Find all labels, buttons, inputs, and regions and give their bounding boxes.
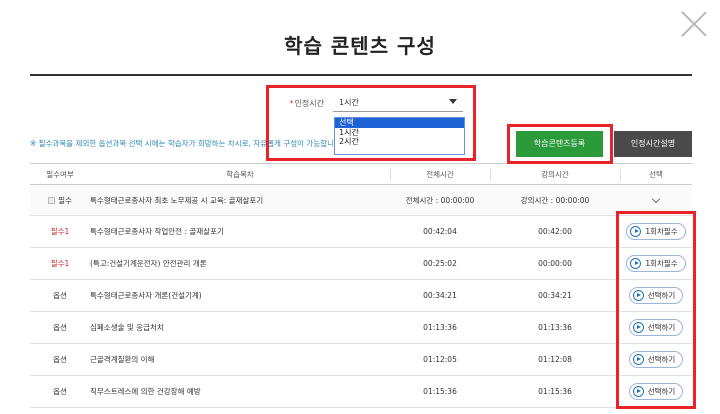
table-row: 옵션 특수형태근로종사자 개론(건설기계) 00:34:21 00:34:21 … — [30, 280, 692, 312]
accred-time-label-text: 인정시간 — [294, 99, 324, 108]
content-table: 필수여부 학습목차 전체시간 강의시간 선택 필수 특수형태근로종사자 최초 노… — [30, 163, 692, 408]
row-select-cell: 1회차필수 — [620, 216, 692, 247]
register-content-button[interactable]: 학습콘텐츠등록 — [516, 131, 603, 157]
table-row: 옵션 심폐소생술 및 응급처치 01:13:36 01:13:36 선택하기 — [30, 312, 692, 344]
header-name: 학습목차 — [226, 169, 254, 179]
row-name: 직무스트레스에 의한 건강장해 예방 — [90, 387, 201, 396]
row-name: 특수형태근로종사자 작업안전 : 골재살포기 — [90, 227, 224, 236]
play-circle-icon — [632, 322, 644, 333]
header-required: 필수여부 — [46, 169, 74, 179]
header-total: 전체시간 — [426, 169, 454, 179]
group-name: 특수형태근로종사자 최초 노무제공 시 교육: 골재살포기 — [90, 195, 264, 205]
table-row: 옵션 근골격계질환의 이해 01:12:05 01:12:08 선택하기 — [30, 344, 692, 376]
row-total-time: 01:15:36 — [423, 387, 457, 396]
play-circle-icon — [630, 226, 642, 237]
row-select-cell: 1회차필수 — [620, 248, 692, 279]
dropdown-option[interactable]: 선택 — [335, 118, 464, 128]
accred-time-label: *인정시간 — [268, 98, 324, 109]
row-select-cell: 선택하기 — [620, 312, 692, 343]
required-mark: * — [289, 99, 294, 108]
accred-time-select[interactable]: 1시간 — [333, 92, 463, 112]
header-separator — [390, 169, 391, 181]
button-label: 1회차필수 — [645, 259, 678, 268]
row-total-time: 01:13:36 — [423, 323, 457, 332]
group-expand[interactable] — [620, 185, 692, 215]
accred-time-explain-button[interactable]: 인정시간설명 — [614, 131, 692, 157]
row-lecture-time: 01:13:36 — [538, 323, 572, 332]
required-session-button[interactable]: 1회차필수 — [626, 223, 686, 240]
header-separator — [490, 169, 491, 181]
header-select: 선택 — [649, 169, 663, 179]
row-required: 옵션 — [53, 291, 67, 300]
row-required: 필수1 — [50, 259, 70, 268]
row-name: 근골격계질환의 이해 — [90, 355, 155, 364]
required-session-button[interactable]: 1회차필수 — [626, 255, 686, 272]
row-name: 특수형태근로종사자 개론(건설기계) — [90, 291, 202, 300]
row-select-cell: 선택하기 — [620, 280, 692, 311]
row-total-time: 00:25:02 — [423, 259, 457, 268]
button-label: 선택하기 — [647, 291, 676, 300]
row-lecture-time: 00:42:00 — [538, 227, 572, 236]
table-row: 필수1 특수형태근로종사자 작업안전 : 골재살포기 00:42:04 00:4… — [30, 216, 692, 248]
header-separator — [620, 169, 621, 181]
row-required: 옵션 — [53, 387, 67, 396]
button-label: 선택하기 — [647, 387, 676, 396]
button-label: 선택하기 — [647, 355, 676, 364]
row-lecture-time: 01:12:08 — [538, 355, 572, 364]
row-required: 옵션 — [53, 323, 67, 332]
header-lecture: 강의시간 — [541, 169, 569, 179]
row-required: 옵션 — [53, 355, 67, 364]
page-title: 학습 콘텐츠 구성 — [284, 34, 436, 58]
notice-text: ※ 필수과목을 제외한 옵션과목 선택 시에는 학습자가 희망하는 차시로, 자… — [30, 139, 334, 148]
row-required: 필수1 — [50, 227, 70, 236]
row-select-cell: 선택하기 — [620, 344, 692, 375]
row-total-time: 00:34:21 — [423, 291, 457, 300]
button-label: 선택하기 — [647, 323, 676, 332]
play-circle-icon — [632, 354, 644, 365]
dropdown-option[interactable]: 2시간 — [335, 137, 464, 147]
chevron-down-icon — [449, 99, 457, 104]
dropdown-option[interactable]: 1시간 — [335, 128, 464, 138]
select-button[interactable]: 선택하기 — [628, 287, 684, 304]
accred-time-dropdown-list: 선택 1시간 2시간 — [334, 117, 465, 155]
chevron-down-icon[interactable] — [651, 194, 661, 203]
button-label: 1회차필수 — [645, 227, 678, 236]
checkbox-icon — [48, 196, 56, 204]
group-total-time: 전체시간 : 00:00:00 — [405, 195, 475, 205]
row-select-cell: 선택하기 — [620, 376, 692, 407]
select-button[interactable]: 선택하기 — [628, 351, 684, 368]
group-lecture-time: 강의시간 : 00:00:00 — [520, 195, 590, 205]
row-total-time: 00:42:04 — [423, 227, 457, 236]
row-lecture-time: 00:00:00 — [538, 259, 572, 268]
group-required: 필수 — [30, 185, 90, 215]
row-lecture-time: 00:34:21 — [538, 291, 572, 300]
group-required-label: 필수 — [58, 195, 72, 205]
select-button[interactable]: 선택하기 — [628, 383, 684, 400]
play-circle-icon — [630, 258, 642, 269]
select-button[interactable]: 선택하기 — [628, 319, 684, 336]
row-name: 심폐소생술 및 응급처치 — [90, 323, 164, 332]
row-name: (특고:건설기계운전자) 안전관리 개론 — [90, 259, 207, 268]
play-circle-icon — [632, 290, 644, 301]
course-group-row[interactable]: 필수 특수형태근로종사자 최초 노무제공 시 교육: 골재살포기 전체시간 : … — [30, 185, 692, 216]
title-divider — [30, 74, 692, 76]
row-total-time: 01:12:05 — [423, 355, 457, 364]
table-row: 필수1 (특고:건설기계운전자) 안전관리 개론 00:25:02 00:00:… — [30, 248, 692, 280]
table-row: 옵션 직무스트레스에 의한 건강장해 예방 01:15:36 01:15:36 … — [30, 376, 692, 408]
play-circle-icon — [632, 386, 644, 397]
row-lecture-time: 01:15:36 — [538, 387, 572, 396]
accred-time-selected-value: 1시간 — [339, 98, 359, 107]
table-header: 필수여부 학습목차 전체시간 강의시간 선택 — [30, 163, 692, 185]
